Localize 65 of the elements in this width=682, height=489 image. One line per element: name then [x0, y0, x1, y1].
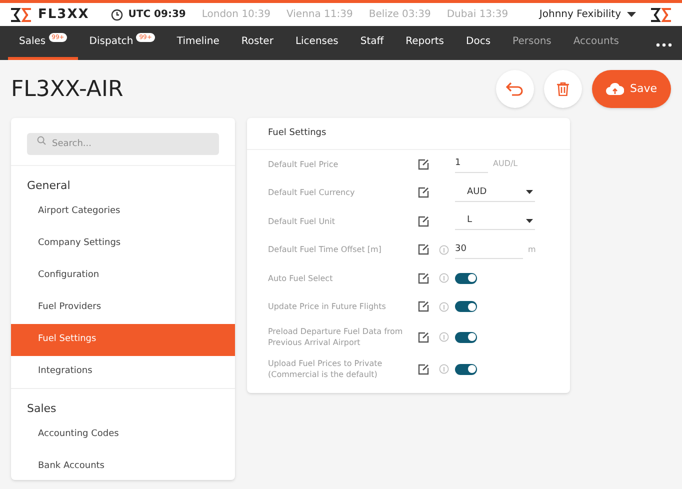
edit-icon[interactable] [418, 187, 429, 198]
sidebar-item[interactable]: Airport Categories [11, 196, 235, 228]
nav-tab[interactable]: Roster [230, 26, 284, 60]
cloud-upload-icon [606, 83, 624, 95]
edit-icon[interactable] [418, 272, 429, 284]
toggle-switch[interactable] [455, 332, 477, 342]
panel-title: Fuel Settings [247, 118, 570, 150]
search-field[interactable]: Search... [27, 133, 219, 155]
more-icon[interactable] [656, 43, 672, 47]
dropdown[interactable]: AUD [455, 184, 535, 202]
unit-label: m [528, 244, 536, 256]
sidebar-item[interactable]: Fuel Providers [11, 292, 235, 324]
page-title: FL3XX-AIR [11, 76, 124, 104]
clock-time: Dubai 13:39 [446, 8, 508, 22]
edit-icon[interactable] [418, 244, 429, 256]
setting-label: Default Fuel Price [268, 158, 340, 170]
nav-tab[interactable]: Docs [455, 26, 502, 60]
sidebar-item[interactable]: Accounting Codes [11, 419, 235, 451]
undo-button[interactable] [496, 70, 534, 108]
nav-tab[interactable]: Persons [502, 26, 562, 60]
nav-tab[interactable]: Reports [394, 26, 456, 60]
edit-icon[interactable] [418, 158, 429, 170]
setting-label: Default Fuel Time Offset [m] [268, 244, 382, 256]
unit-label: AUD/L [493, 158, 518, 170]
clock-time: Belize 03:39 [368, 8, 431, 22]
clock-icon [111, 8, 124, 20]
sidebar-item[interactable]: Bank Accounts [11, 451, 235, 483]
nav-tab[interactable]: Staff [349, 26, 395, 60]
section-heading: General [26, 178, 72, 194]
setting-label: Auto Fuel Select [268, 272, 334, 284]
setting-label: Default Fuel Unit [268, 216, 336, 227]
trash-icon [556, 82, 569, 96]
setting-label: Default Fuel Currency [268, 187, 356, 198]
caret-icon [526, 190, 533, 194]
setting-label: Update Price in Future Flights [268, 301, 387, 312]
logo-icon [650, 8, 672, 22]
section-heading: Sales [26, 400, 58, 416]
nav-tab[interactable]: Timeline [166, 26, 230, 60]
toggle-switch[interactable] [455, 364, 477, 374]
setting-label: Upload Fuel Prices to Private (Commercial is the default) [268, 358, 384, 380]
number-field[interactable]: 1 [455, 155, 488, 174]
nav-tab[interactable]: Licenses [284, 26, 350, 60]
setting-label: Preload Departure Fuel Data from Previous Arrival Airport [268, 326, 403, 348]
dropdown[interactable]: L [455, 212, 535, 230]
caret-icon [526, 218, 533, 223]
brand-name: FL3XX [38, 6, 90, 24]
sidebar-item[interactable]: Configuration [11, 260, 235, 292]
toggle-switch[interactable] [455, 272, 477, 284]
edit-icon[interactable] [418, 332, 429, 342]
sidebar-item[interactable]: Company Settings [11, 228, 235, 260]
user-menu[interactable]: Johnny Fexibility [539, 7, 636, 22]
clock-time: UTC 09:39 [128, 8, 186, 22]
caret-icon [627, 12, 636, 17]
toggle-switch[interactable] [455, 301, 477, 312]
edit-icon[interactable] [418, 364, 429, 374]
nav-tab[interactable]: Accounts [562, 26, 630, 60]
clock-time: London 10:39 [202, 8, 271, 22]
delete-button[interactable] [544, 70, 582, 108]
number-field[interactable]: 30 [455, 240, 523, 259]
undo-icon [506, 82, 524, 96]
edit-icon[interactable] [418, 301, 429, 312]
logo-icon [10, 8, 32, 22]
edit-icon[interactable] [418, 216, 429, 227]
sidebar-item[interactable]: Integrations [11, 356, 235, 388]
clock-time: Vienna 11:39 [286, 8, 353, 22]
